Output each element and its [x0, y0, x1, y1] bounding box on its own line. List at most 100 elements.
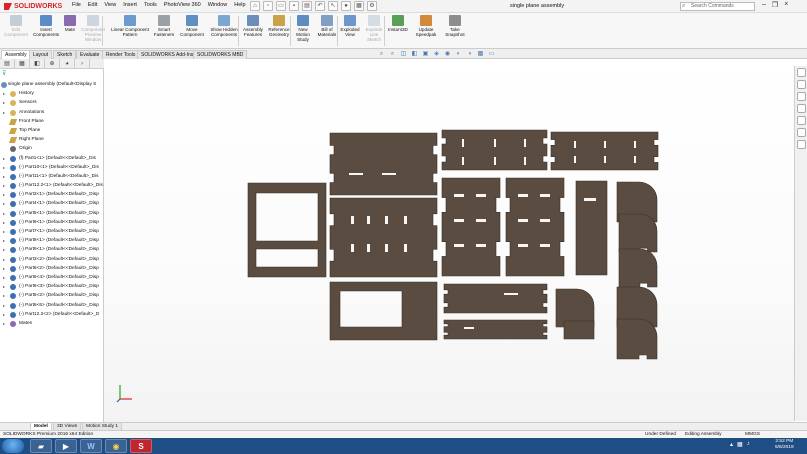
front-panel-part[interactable] — [329, 132, 438, 196]
back-panel-part[interactable] — [329, 197, 438, 278]
select-icon[interactable]: ↖ — [328, 1, 338, 11]
dimxpert-icon[interactable]: ⊕ — [45, 59, 60, 69]
view-palette-icon[interactable] — [797, 104, 806, 113]
property-manager-icon[interactable]: ▦ — [15, 59, 30, 69]
expand-arrow-icon[interactable]: ▸ — [3, 190, 5, 199]
side-strip-part[interactable] — [550, 131, 659, 171]
menu-item-window[interactable]: Window — [208, 2, 228, 8]
section-view-icon[interactable]: ◧ — [411, 51, 418, 58]
window-panel-part[interactable] — [329, 281, 438, 341]
expand-arrow-icon[interactable]: ▸ — [3, 163, 5, 172]
shelf-strip-a-part[interactable] — [443, 283, 548, 314]
app-logo[interactable]: SOLIDWORKS — [4, 2, 62, 11]
network-icon[interactable]: ▦ — [737, 441, 743, 448]
expand-arrow-icon[interactable]: ▸ — [3, 291, 5, 300]
display-manager-icon[interactable]: ◕ — [60, 59, 75, 69]
home-icon[interactable]: ⌂ — [250, 1, 260, 11]
expand-arrow-icon[interactable]: ▸ — [3, 310, 5, 319]
solidworks-forum-icon[interactable] — [797, 140, 806, 149]
small-block-part[interactable] — [563, 320, 595, 340]
zoom-to-fit-icon[interactable]: ⌕ — [378, 51, 385, 58]
expand-arrow-icon[interactable]: ▸ — [3, 172, 5, 181]
word-taskbar-icon[interactable]: W — [80, 439, 102, 453]
insert-components-button[interactable]: Insert Components — [32, 15, 60, 37]
tree-item[interactable]: ▸ (-) Part8<1> (Default<<Default>_Disp — [0, 236, 104, 245]
quarter-panel-2-part[interactable] — [618, 213, 658, 253]
tree-item[interactable]: ▸ (f) Part1<1> (Default<<Default>_Dis — [0, 154, 104, 163]
view-orientation-icon[interactable]: ◈ — [433, 51, 440, 58]
divider-panel-b-part[interactable] — [505, 177, 565, 277]
tree-item[interactable]: ▸ (-) Part6<1> (Default<<Default>_Disp — [0, 218, 104, 227]
chrome-taskbar-icon[interactable]: ◉ — [105, 439, 127, 453]
top-panel-part[interactable] — [441, 129, 548, 171]
file-properties-icon[interactable]: ▦ — [354, 1, 364, 11]
menu-item-file[interactable]: File — [72, 2, 81, 8]
expand-arrow-icon[interactable]: ▸ — [3, 218, 5, 227]
tray-arrow-icon[interactable]: ▴ — [730, 441, 733, 448]
menu-item-tools[interactable]: Tools — [144, 2, 157, 8]
tree-item[interactable]: ▸ (-) Part5<2> (Default<<Default>_Disp — [0, 291, 104, 300]
assembly-features-button[interactable]: Assembly Features — [242, 15, 264, 37]
explorer-taskbar-icon[interactable]: ▰ — [30, 439, 52, 453]
expand-arrow-icon[interactable]: ▸ — [3, 181, 5, 190]
explode-line-sketch-button[interactable]: Explode Line Sketch — [364, 15, 384, 42]
tree-item[interactable]: ▸ (-) Part11<1> (Default<<Default>_Dis — [0, 172, 104, 181]
tree-item[interactable]: ▸ (-) Part7<1> (Default<<Default>_Disp — [0, 227, 104, 236]
expand-arrow-icon[interactable]: ▸ — [3, 273, 5, 282]
tree-item[interactable]: ▸ History — [0, 89, 104, 98]
menu-item-help[interactable]: Help — [234, 2, 245, 8]
open-icon[interactable]: ▭ — [276, 1, 286, 11]
tab-solidworks-add-ins[interactable]: SOLIDWORKS Add-Ins — [137, 50, 198, 59]
expand-arrow-icon[interactable]: ▸ — [3, 264, 5, 273]
media-player-taskbar-icon[interactable]: ▶ — [55, 439, 77, 453]
config-manager-icon[interactable]: ◧ — [30, 59, 45, 69]
dynamic-annotation-icon[interactable]: ▣ — [422, 51, 429, 58]
mate-button[interactable]: Mate — [62, 15, 78, 32]
rebuild-icon[interactable]: ● — [341, 1, 351, 11]
show-hidden-components-button[interactable]: Show Hidden Components — [208, 15, 240, 37]
tree-item[interactable]: ▸ Mates — [0, 319, 104, 328]
tab-evaluate[interactable]: Evaluate — [76, 50, 104, 59]
file-explorer-icon[interactable] — [797, 92, 806, 101]
expand-arrow-icon[interactable]: ▸ — [3, 255, 5, 264]
tree-item[interactable]: Front Plane — [0, 117, 104, 126]
panel-more-icon[interactable]: › — [75, 59, 90, 69]
tree-item[interactable]: ▸ (-) Part3<2> (Default<<Default>_Disp — [0, 255, 104, 264]
take-snapshot-button[interactable]: Take Snapshot — [444, 15, 466, 37]
tree-item[interactable]: ▸ (-) Part5<1> (Default<<Default>_Disp — [0, 209, 104, 218]
linear-component-pattern-button[interactable]: Linear Component Pattern — [108, 15, 152, 37]
expand-arrow-icon[interactable]: ▸ — [3, 282, 5, 291]
expand-arrow-icon[interactable]: ▸ — [3, 209, 5, 218]
frame-part[interactable] — [247, 182, 327, 278]
reference-geometry-button[interactable]: Reference Geometry — [266, 15, 292, 37]
menu-item-photoview-360[interactable]: PhotoView 360 — [164, 2, 201, 8]
expand-arrow-icon[interactable]: ▸ — [3, 154, 5, 163]
tree-item[interactable]: ▸ (-) Part9<1> (Default<<Default>_Disp — [0, 245, 104, 254]
tree-root-assembly[interactable]: single plane assembly (Default<Display S — [0, 80, 104, 89]
new-motion-study-button[interactable]: New Motion Study — [293, 15, 313, 42]
expand-arrow-icon[interactable]: ▸ — [3, 301, 5, 310]
tree-item[interactable]: ▸ (-) Part3<1> (Default<<Default>_Disp — [0, 190, 104, 199]
tree-item[interactable]: Origin — [0, 144, 104, 153]
tab-sketch[interactable]: Sketch — [53, 50, 77, 59]
feature-tree-icon[interactable]: ▤ — [0, 59, 15, 69]
expand-arrow-icon[interactable]: ▸ — [3, 89, 5, 98]
tab-assembly[interactable]: Assembly — [1, 50, 31, 59]
tree-item[interactable]: ▸ (-) Part6<6> (Default<<Default>_Disp — [0, 301, 104, 310]
bill-of-materials-button[interactable]: Bill of Materials — [316, 15, 338, 37]
close-icon[interactable]: × — [784, 1, 788, 9]
graphics-area[interactable] — [104, 59, 794, 422]
unit-system[interactable]: MMGS — [745, 431, 760, 438]
custom-properties-icon[interactable] — [797, 128, 806, 137]
solidworks-taskbar-icon[interactable]: S — [130, 439, 152, 453]
tree-item[interactable]: Top Plane — [0, 126, 104, 135]
menu-item-insert[interactable]: Insert — [123, 2, 137, 8]
restore-icon[interactable]: ❐ — [772, 1, 778, 9]
tree-item[interactable]: ▸ (-) Part6<4> (Default<<Default>_Disp — [0, 273, 104, 282]
quarter-panel-3-part[interactable] — [618, 248, 658, 288]
display-style-icon[interactable]: ◉ — [444, 51, 451, 58]
tab-solidworks-mbd[interactable]: SOLIDWORKS MBD — [193, 50, 248, 59]
narrow-upright-part[interactable] — [575, 180, 608, 276]
tree-item[interactable]: ▸ Sensors — [0, 98, 104, 107]
appearances-icon[interactable] — [797, 116, 806, 125]
